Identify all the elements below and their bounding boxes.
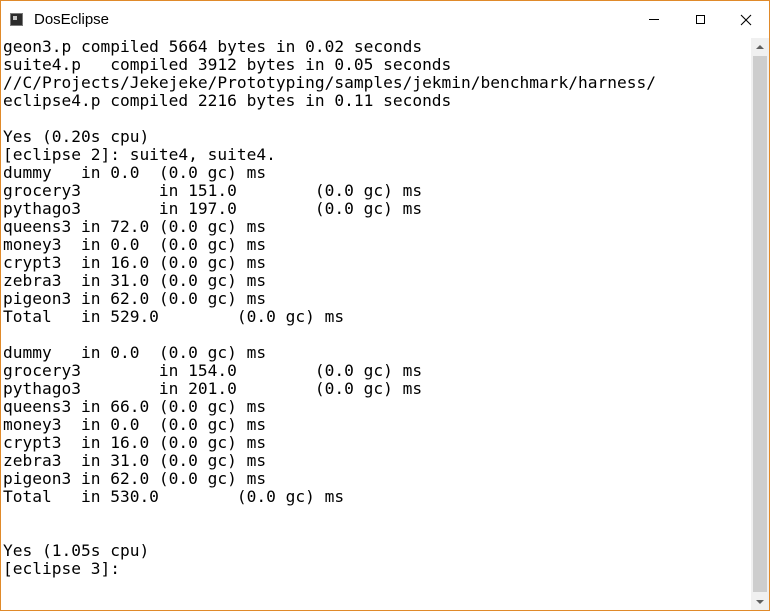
maximize-icon bbox=[695, 15, 705, 24]
minimize-icon bbox=[649, 19, 659, 20]
console-line: queens3 in 66.0 (0.0 gc) ms bbox=[3, 397, 267, 416]
scroll-down-arrow-icon bbox=[756, 599, 764, 604]
console-line: Total in 529.0 (0.0 gc) ms bbox=[3, 307, 345, 326]
console-line: queens3 in 72.0 (0.0 gc) ms bbox=[3, 217, 267, 236]
scroll-up-button[interactable] bbox=[751, 38, 769, 55]
close-button[interactable] bbox=[723, 1, 769, 38]
console-output[interactable]: geon3.p compiled 5664 bytes in 0.02 seco… bbox=[1, 38, 751, 610]
console-line: pigeon3 in 62.0 (0.0 gc) ms bbox=[3, 469, 267, 488]
console-line: //C/Projects/Jekejeke/Prototyping/sample… bbox=[3, 73, 656, 92]
console-line: money3 in 0.0 (0.0 gc) ms bbox=[3, 235, 267, 254]
minimize-button[interactable] bbox=[631, 1, 677, 38]
scroll-up-arrow-icon bbox=[756, 44, 764, 49]
scrollbar-thumb[interactable] bbox=[753, 56, 767, 592]
console-line: grocery3 in 154.0 (0.0 gc) ms bbox=[3, 361, 423, 380]
close-icon bbox=[740, 14, 752, 25]
console-line: pythago3 in 197.0 (0.0 gc) ms bbox=[3, 199, 423, 218]
console-line: suite4.p compiled 3912 bytes in 0.05 sec… bbox=[3, 55, 452, 74]
console-line: money3 in 0.0 (0.0 gc) ms bbox=[3, 415, 267, 434]
console-line: pigeon3 in 62.0 (0.0 gc) ms bbox=[3, 289, 267, 308]
console-line: Yes (0.20s cpu) bbox=[3, 127, 150, 146]
console-window: DosEclipse geon3.p compiled 5664 bytes i… bbox=[0, 0, 770, 611]
console-line: grocery3 in 151.0 (0.0 gc) ms bbox=[3, 181, 423, 200]
console-line: crypt3 in 16.0 (0.0 gc) ms bbox=[3, 433, 267, 452]
console-line: Yes (1.05s cpu) bbox=[3, 541, 150, 560]
maximize-button[interactable] bbox=[677, 1, 723, 38]
console-lines: geon3.p compiled 5664 bytes in 0.02 seco… bbox=[3, 38, 656, 578]
console-line: zebra3 in 31.0 (0.0 gc) ms bbox=[3, 271, 267, 290]
console-line: [eclipse 3]: bbox=[3, 559, 120, 578]
console-line: zebra3 in 31.0 (0.0 gc) ms bbox=[3, 451, 267, 470]
vertical-scrollbar[interactable] bbox=[751, 38, 769, 610]
title-bar[interactable]: DosEclipse bbox=[1, 1, 769, 38]
console-line: crypt3 in 16.0 (0.0 gc) ms bbox=[3, 253, 267, 272]
console-line: [eclipse 2]: suite4, suite4. bbox=[3, 145, 276, 164]
console-app-icon[interactable] bbox=[10, 13, 23, 26]
console-line: Total in 530.0 (0.0 gc) ms bbox=[3, 487, 345, 506]
window-title: DosEclipse bbox=[34, 11, 110, 28]
console-line: pythago3 in 201.0 (0.0 gc) ms bbox=[3, 379, 423, 398]
console-line: geon3.p compiled 5664 bytes in 0.02 seco… bbox=[3, 38, 423, 56]
scroll-down-button[interactable] bbox=[751, 593, 769, 610]
console-line: eclipse4.p compiled 2216 bytes in 0.11 s… bbox=[3, 91, 452, 110]
console-line: dummy in 0.0 (0.0 gc) ms bbox=[3, 163, 267, 182]
console-line: dummy in 0.0 (0.0 gc) ms bbox=[3, 343, 267, 362]
